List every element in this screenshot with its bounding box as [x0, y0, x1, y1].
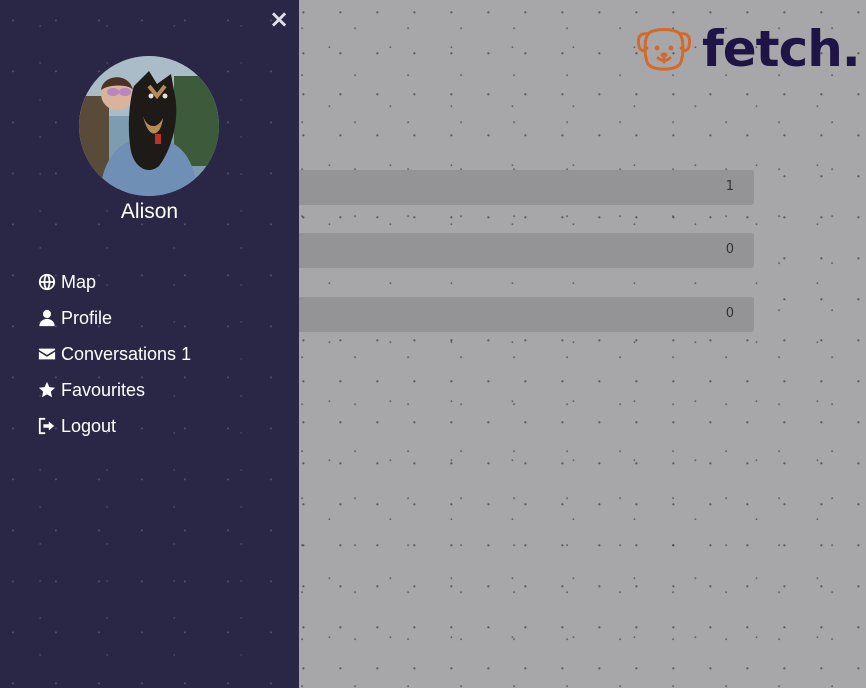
user-name: Alison — [120, 200, 179, 223]
menu-item-logout[interactable]: Logout — [37, 408, 191, 444]
row-count: 1 — [725, 179, 734, 194]
user-icon — [37, 309, 56, 327]
menu-item-label: Logout — [61, 415, 117, 436]
sign-out-icon — [37, 417, 56, 435]
unread-count-badge: 1 — [181, 343, 192, 364]
dog-logo-icon — [636, 28, 692, 71]
side-drawer: × Alison Map Profile Conversations 1 Fav… — [0, 0, 299, 688]
star-icon — [37, 381, 56, 399]
globe-icon — [37, 273, 56, 291]
close-drawer-button[interactable]: × — [268, 6, 290, 32]
envelope-icon — [37, 345, 56, 363]
menu-item-label: Conversations — [61, 343, 177, 364]
menu-item-favourites[interactable]: Favourites — [37, 372, 191, 408]
avatar[interactable] — [79, 56, 219, 196]
menu-item-conversations[interactable]: Conversations 1 — [37, 336, 191, 372]
drawer-menu: Map Profile Conversations 1 Favourites L… — [37, 264, 191, 444]
menu-item-label: Map — [61, 271, 97, 292]
menu-item-label: Profile — [61, 307, 113, 328]
menu-item-label: Favourites — [61, 379, 146, 400]
menu-item-profile[interactable]: Profile — [37, 300, 191, 336]
menu-item-map[interactable]: Map — [37, 264, 191, 300]
row-count: 0 — [725, 242, 734, 257]
app-logo[interactable]: fetch. — [636, 20, 861, 78]
user-photo-icon — [79, 56, 219, 196]
row-count: 0 — [725, 306, 734, 321]
logo-text: fetch. — [702, 20, 861, 78]
